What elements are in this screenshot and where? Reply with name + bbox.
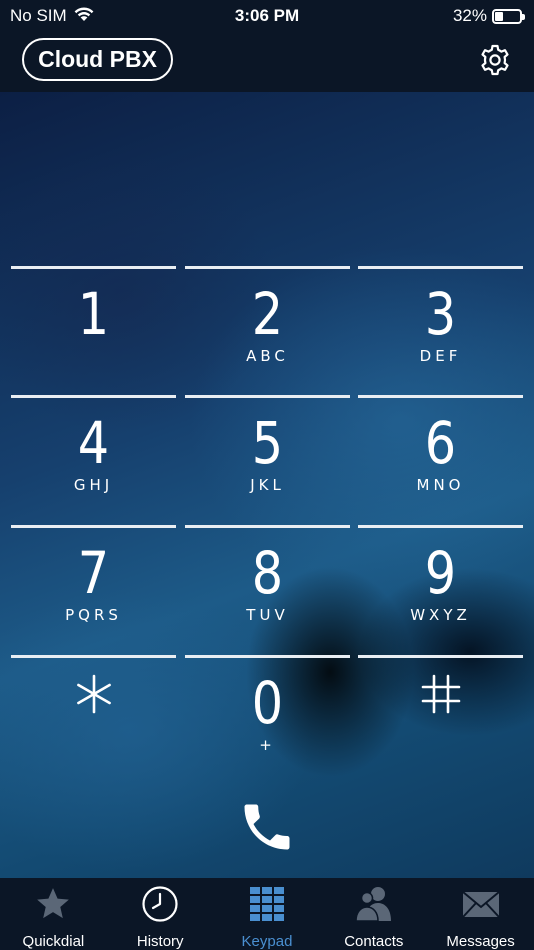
tab-label: Contacts [344, 933, 404, 950]
tab-contacts[interactable]: Contacts [320, 878, 427, 950]
clock-icon [141, 884, 179, 923]
asterisk-icon [72, 672, 116, 721]
tab-history[interactable]: History [107, 878, 214, 950]
key-digit: 2 [251, 280, 284, 348]
gear-icon [481, 44, 509, 76]
dialer-screen: No SIM 3:06 PM 32% Cloud PBX 1 2 ABC 3 D… [0, 0, 534, 950]
tab-label: History [136, 933, 184, 950]
phone-icon [244, 804, 290, 850]
key-hash[interactable] [358, 655, 523, 783]
battery-percent: 32% [452, 6, 487, 25]
tab-label: Messages [446, 933, 515, 950]
tab-messages[interactable]: Messages [427, 878, 534, 950]
battery-icon [492, 8, 525, 24]
key-letters: WXYZ [410, 606, 471, 624]
account-title-button[interactable]: Cloud PBX [22, 38, 173, 81]
app-header: Cloud PBX [0, 32, 534, 92]
wifi-icon [73, 5, 95, 27]
key-digit: 9 [424, 539, 457, 607]
status-right: 32% [452, 6, 525, 26]
status-left: No SIM [10, 5, 95, 27]
settings-button[interactable] [477, 42, 513, 78]
call-button[interactable] [230, 790, 304, 864]
key-7[interactable]: 7 PQRS [11, 525, 176, 653]
key-0[interactable]: 0 + [185, 655, 350, 783]
key-9[interactable]: 9 WXYZ [358, 525, 523, 653]
battery-fill [495, 11, 503, 21]
key-letters: TUV [246, 606, 289, 624]
key-digit: 4 [77, 409, 110, 477]
key-star[interactable] [11, 655, 176, 783]
tab-bar: Quickdial History Keypad Contacts Messag… [0, 878, 534, 950]
key-2[interactable]: 2 ABC [185, 266, 350, 394]
key-digit: 1 [77, 280, 110, 348]
key-digit: 7 [77, 539, 110, 607]
key-letters: + [259, 736, 276, 754]
key-digit: 3 [424, 280, 457, 348]
key-6[interactable]: 6 MNO [358, 395, 523, 523]
key-4[interactable]: 4 GHJ [11, 395, 176, 523]
contacts-icon [353, 884, 395, 923]
key-5[interactable]: 5 JKL [185, 395, 350, 523]
key-digit: 0 [251, 669, 284, 737]
keypad-grid-icon [248, 884, 286, 923]
key-digit: 5 [251, 409, 284, 477]
status-bar: No SIM 3:06 PM 32% [0, 0, 534, 32]
key-1[interactable]: 1 [11, 266, 176, 394]
key-8[interactable]: 8 TUV [185, 525, 350, 653]
key-letters: GHJ [73, 476, 114, 494]
tab-quickdial[interactable]: Quickdial [0, 878, 107, 950]
tab-keypad[interactable]: Keypad [214, 878, 321, 950]
key-digit: 8 [251, 539, 284, 607]
carrier-label: No SIM [10, 6, 67, 25]
hash-icon [419, 672, 463, 721]
star-icon [34, 884, 72, 923]
key-digit: 6 [424, 409, 457, 477]
tab-label: Keypad [241, 933, 293, 950]
key-3[interactable]: 3 DEF [358, 266, 523, 394]
key-letters: JKL [250, 476, 285, 494]
key-letters: DEF [419, 347, 462, 365]
key-letters: PQRS [65, 606, 122, 624]
key-letters: MNO [416, 476, 465, 494]
key-letters: ABC [246, 347, 289, 365]
tab-label: Quickdial [22, 933, 85, 950]
envelope-icon [461, 884, 501, 923]
